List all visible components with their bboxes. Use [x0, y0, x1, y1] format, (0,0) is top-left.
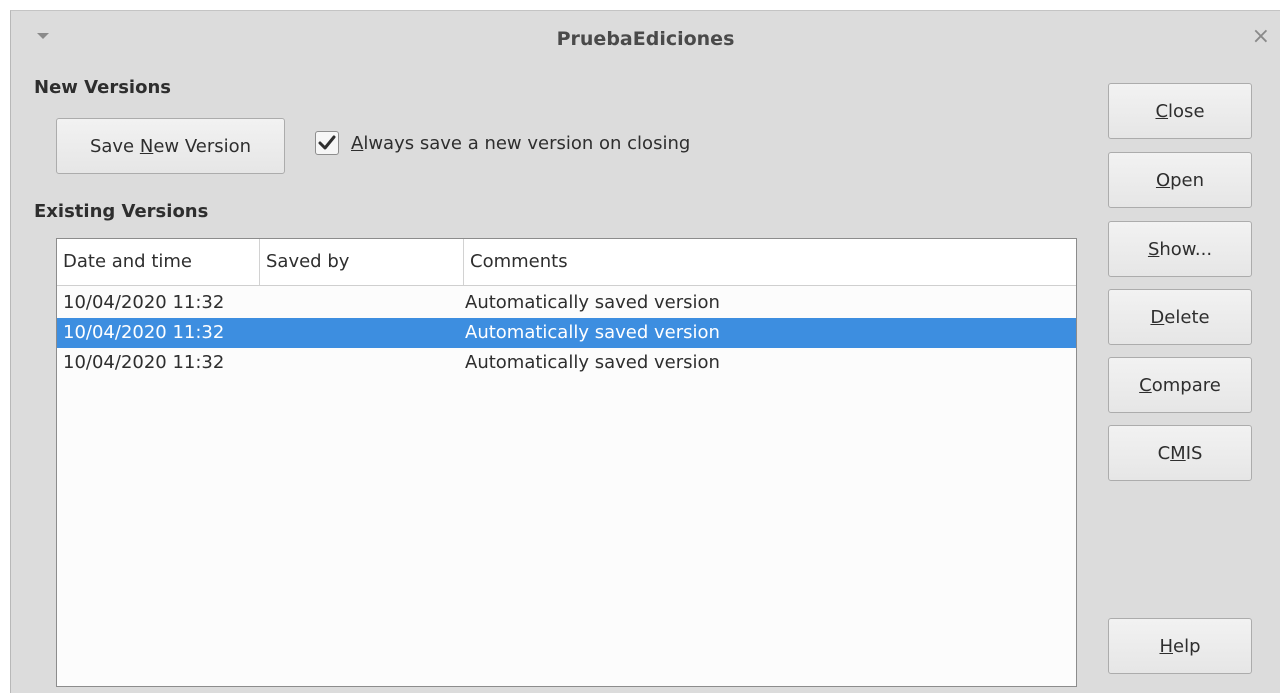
- open-button[interactable]: Open: [1108, 152, 1252, 208]
- always-save-checkbox[interactable]: Always save a new version on closing: [315, 131, 690, 155]
- compare-button-rest: ompare: [1151, 374, 1221, 396]
- cell-date: 10/04/2020 11:32: [63, 352, 225, 373]
- help-button[interactable]: Help: [1108, 618, 1252, 674]
- delete-button[interactable]: Delete: [1108, 289, 1252, 345]
- column-header-comments[interactable]: Comments: [464, 239, 1076, 285]
- window-title: PruebaEdiciones: [556, 28, 735, 50]
- always-save-label-accel: A: [351, 132, 364, 154]
- help-button-rest: elp: [1173, 635, 1201, 657]
- new-versions-heading: New Versions: [34, 77, 171, 98]
- close-button[interactable]: Close: [1108, 83, 1252, 139]
- table-row[interactable]: 10/04/2020 11:32 Automatically saved ver…: [57, 348, 1076, 378]
- cell-date: 10/04/2020 11:32: [63, 292, 225, 313]
- cell-comment: Automatically saved version: [465, 322, 720, 343]
- versions-table[interactable]: Date and time Saved by Comments 10/04/20…: [56, 238, 1077, 687]
- table-header: Date and time Saved by Comments: [57, 239, 1076, 286]
- close-button-rest: lose: [1168, 100, 1205, 122]
- delete-button-rest: elete: [1164, 306, 1210, 328]
- cmis-button-accel: M: [1170, 442, 1186, 464]
- existing-versions-heading: Existing Versions: [34, 201, 209, 222]
- title-bar: PruebaEdiciones ×: [11, 11, 1280, 69]
- open-button-rest: pen: [1170, 169, 1205, 191]
- close-icon[interactable]: ×: [1252, 25, 1270, 49]
- close-button-accel: C: [1155, 100, 1169, 122]
- compare-button[interactable]: Compare: [1108, 357, 1252, 413]
- open-button-accel: O: [1155, 169, 1171, 191]
- cell-comment: Automatically saved version: [465, 292, 720, 313]
- always-save-label: Always save a new version on closing: [351, 133, 690, 154]
- table-row[interactable]: 10/04/2020 11:32 Automatically saved ver…: [57, 288, 1076, 318]
- compare-button-accel: C: [1139, 374, 1152, 396]
- show-button-rest: how...: [1159, 238, 1213, 260]
- save-new-version-button[interactable]: Save New Version: [56, 118, 285, 174]
- column-header-date[interactable]: Date and time: [57, 239, 260, 285]
- always-save-label-rest: lways save a new version on closing: [363, 132, 691, 154]
- cell-date: 10/04/2020 11:32: [63, 322, 225, 343]
- save-new-version-label-post: ew Version: [153, 135, 252, 157]
- delete-button-accel: D: [1150, 306, 1165, 328]
- help-button-accel: H: [1159, 635, 1174, 657]
- show-button-accel: S: [1147, 238, 1160, 260]
- column-header-saved-by[interactable]: Saved by: [260, 239, 464, 285]
- versions-dialog: PruebaEdiciones × New Versions Save New …: [10, 10, 1280, 693]
- cmis-button[interactable]: C M IS: [1108, 425, 1252, 481]
- save-new-version-label-pre: Save: [89, 135, 140, 157]
- cmis-button-pre: C: [1157, 442, 1171, 464]
- table-row-selected[interactable]: 10/04/2020 11:32 Automatically saved ver…: [57, 318, 1076, 348]
- cmis-button-rest: IS: [1185, 442, 1203, 464]
- checkbox-box[interactable]: [315, 131, 339, 155]
- show-button[interactable]: Show...: [1108, 221, 1252, 277]
- checkmark-icon: [318, 135, 336, 150]
- cell-comment: Automatically saved version: [465, 352, 720, 373]
- save-new-version-label-accel: N: [139, 135, 154, 157]
